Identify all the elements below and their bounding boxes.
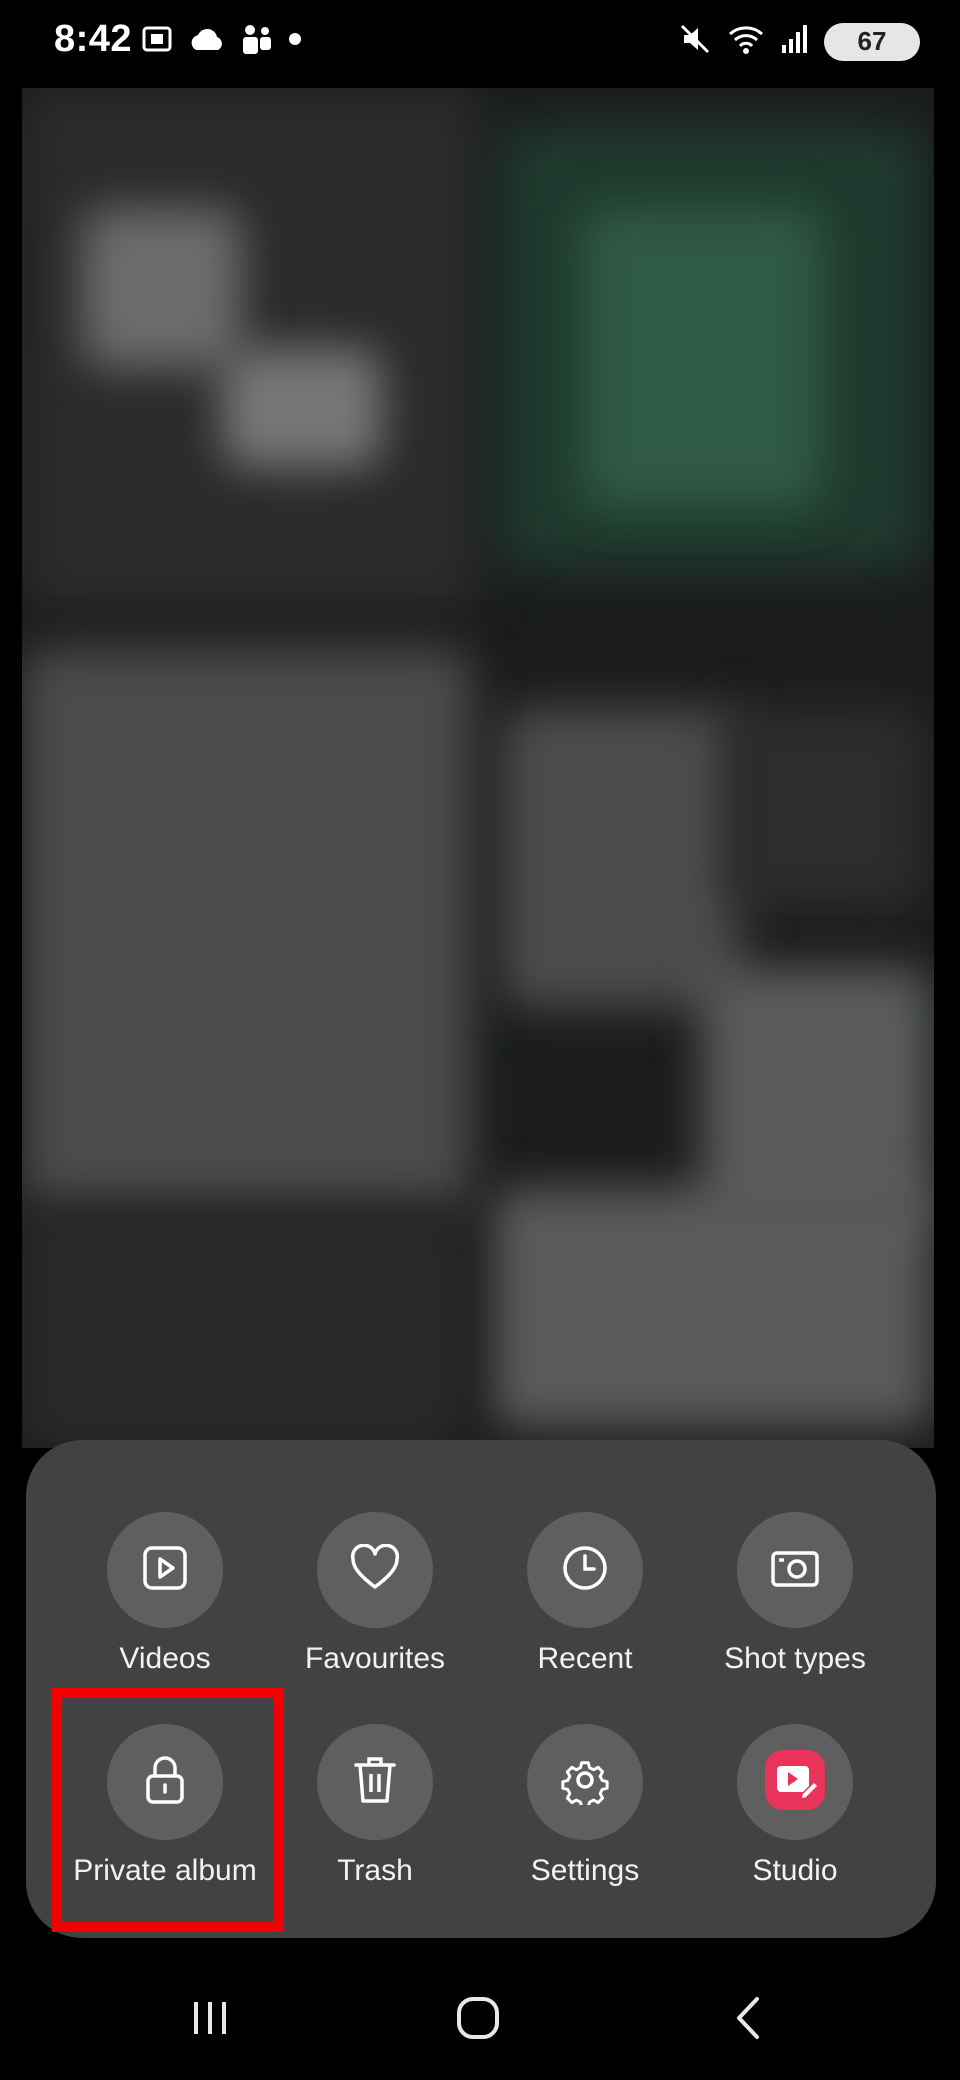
back-button[interactable] <box>708 1990 788 2050</box>
clock-icon <box>560 1543 610 1598</box>
menu-icon-circle <box>527 1724 643 1840</box>
screen-recorder-icon <box>140 22 174 61</box>
menu-item-videos[interactable]: Videos <box>55 1512 275 1676</box>
menu-icon-circle <box>737 1512 853 1628</box>
menu-item-label: Favourites <box>304 1642 446 1675</box>
heart-icon <box>349 1543 401 1597</box>
lock-icon <box>143 1754 187 1811</box>
status-bar: 8:42 67 <box>0 0 960 88</box>
dot-icon <box>288 32 302 51</box>
teams-icon <box>240 22 274 61</box>
home-button[interactable] <box>438 1990 518 2050</box>
menu-item-recent[interactable]: Recent <box>475 1512 695 1676</box>
recents-icon <box>188 1998 232 2043</box>
menu-icon-circle <box>317 1512 433 1628</box>
menu-item-label: Private album <box>73 1854 257 1887</box>
menu-item-trash[interactable]: Trash <box>265 1724 485 1888</box>
menu-item-shot-types[interactable]: Shot types <box>685 1512 905 1676</box>
video-icon <box>140 1543 190 1598</box>
wifi-icon <box>726 22 766 61</box>
menu-icon-circle <box>107 1724 223 1840</box>
menu-icon-circle <box>527 1512 643 1628</box>
menu-item-private-album[interactable]: Private album <box>55 1724 275 1888</box>
blurred-gallery-background <box>22 88 934 1448</box>
gallery-menu-sheet: Videos Favourites Recent Shot types Priv… <box>26 1440 936 1938</box>
menu-item-settings[interactable]: Settings <box>475 1724 695 1888</box>
menu-icon-circle <box>737 1724 853 1840</box>
status-time: 8:42 <box>54 18 133 60</box>
menu-item-favourites[interactable]: Favourites <box>265 1512 485 1676</box>
menu-icon-circle <box>107 1512 223 1628</box>
camera-icon <box>769 1545 821 1596</box>
status-right-icons: 67 <box>678 22 920 61</box>
studio-icon <box>764 1749 826 1816</box>
signal-icon <box>780 23 810 60</box>
cloud-icon <box>188 24 226 59</box>
status-left-icons <box>140 22 302 61</box>
trash-icon <box>352 1754 398 1811</box>
battery-indicator: 67 <box>824 22 920 61</box>
menu-item-label: Recent <box>537 1642 633 1675</box>
menu-item-label: Shot types <box>724 1642 866 1675</box>
mute-icon <box>678 22 712 61</box>
menu-item-studio[interactable]: Studio <box>685 1724 905 1888</box>
menu-item-label: Settings <box>530 1854 640 1887</box>
navigation-bar <box>0 1960 960 2080</box>
menu-icon-circle <box>317 1724 433 1840</box>
menu-item-label: Trash <box>337 1854 413 1887</box>
back-icon <box>731 1995 765 2046</box>
recents-button[interactable] <box>170 1990 250 2050</box>
menu-item-label: Studio <box>752 1854 838 1887</box>
home-icon <box>455 1995 501 2046</box>
battery-level: 67 <box>857 26 887 56</box>
menu-item-label: Videos <box>119 1642 211 1675</box>
gear-icon <box>560 1755 610 1810</box>
